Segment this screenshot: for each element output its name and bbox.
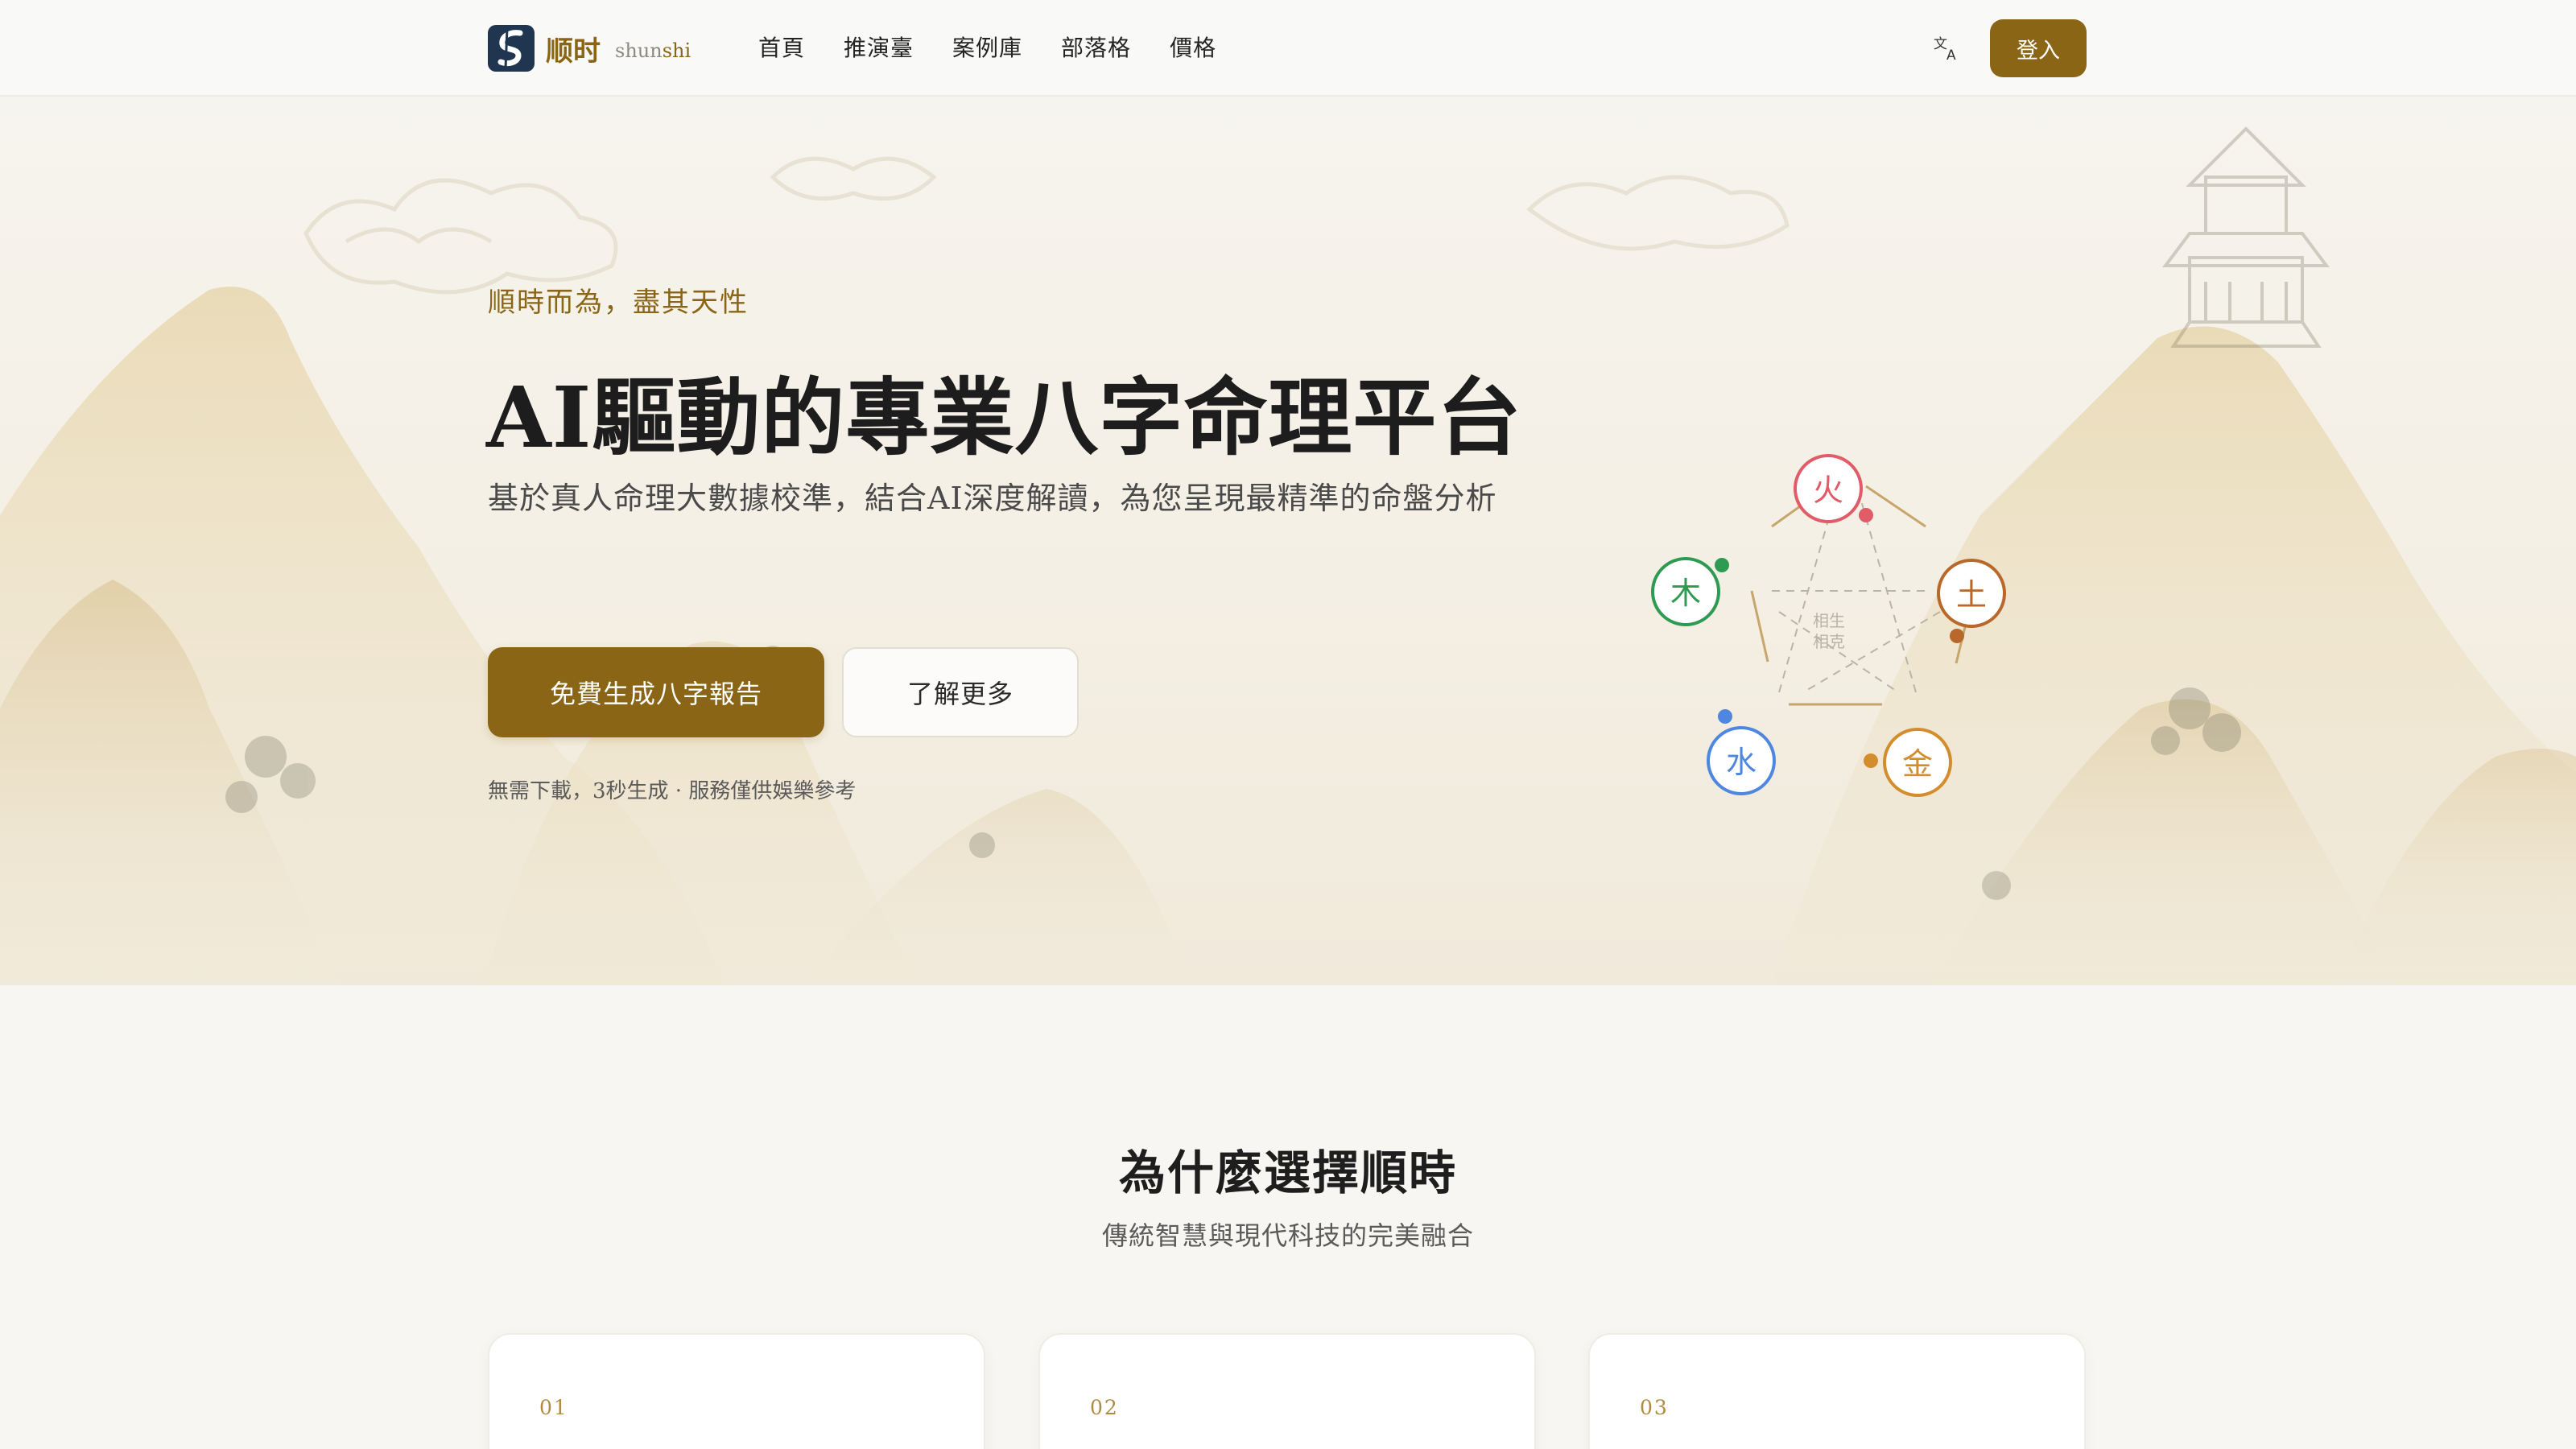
features-subtitle: 傳統智慧與現代科技的完美融合 xyxy=(1101,1220,1474,1251)
nav-pricing[interactable]: 價格 xyxy=(1170,31,1216,63)
gen-dot-metal xyxy=(1864,753,1878,768)
legend-overcome: 相克 xyxy=(1813,632,1845,651)
feature-card: 02 xyxy=(1038,1333,1536,1449)
learn-more-button[interactable]: 了解更多 xyxy=(842,647,1079,737)
feature-card-number: 03 xyxy=(1640,1396,1669,1419)
gen-line-water-wood xyxy=(1750,590,1769,663)
nav-home[interactable]: 首頁 xyxy=(758,31,805,63)
generate-report-button[interactable]: 免費生成八字報告 xyxy=(488,647,824,737)
gen-dot-fire xyxy=(1859,508,1873,522)
element-node-water[interactable]: 水 xyxy=(1707,726,1776,795)
hero-disclaimer: 無需下載，3秒生成 · 服務僅供娛樂參考 xyxy=(488,779,857,803)
element-node-fire[interactable]: 火 xyxy=(1794,454,1863,523)
brand-logo-link[interactable]: 顺时 shunshi xyxy=(488,24,691,72)
top-navbar: 顺时 shunshi 首頁 推演臺 案例庫 部落格 價格 文 A 登入 xyxy=(0,0,2576,97)
element-label-earth: 土 xyxy=(1956,577,1987,613)
feature-card-number: 02 xyxy=(1090,1396,1119,1419)
feature-card: 01 xyxy=(488,1333,985,1449)
page: 顺时 shunshi 首頁 推演臺 案例庫 部落格 價格 文 A 登入 順時而為… xyxy=(0,0,2576,1449)
feature-card: 03 xyxy=(1588,1333,2086,1449)
gen-dot-earth xyxy=(1950,629,1964,643)
svg-text:A: A xyxy=(1946,47,1956,64)
five-elements-diagram: 相生 相克 火 土 金 水 木 xyxy=(1651,454,2006,797)
gen-dot-water xyxy=(1718,709,1732,724)
legend-generate: 相生 xyxy=(1813,611,1845,630)
brand-romanized: shunshi xyxy=(615,39,691,62)
logo-icon xyxy=(488,25,535,72)
features-title: 為什麼選擇順時 xyxy=(1118,1146,1457,1200)
nav-workbench[interactable]: 推演臺 xyxy=(844,31,914,63)
hero-section: 順時而為，盡其天性 AI驅動的專業八字命理平台 基於真人命理大數據校準，結合AI… xyxy=(0,97,2576,985)
element-node-wood[interactable]: 木 xyxy=(1651,557,1720,626)
nav-blog[interactable]: 部落格 xyxy=(1061,31,1131,63)
landscape-background xyxy=(0,126,2576,985)
hero-tagline: 順時而為，盡其天性 xyxy=(488,287,749,319)
svg-text:文: 文 xyxy=(1934,36,1947,52)
translate-icon[interactable]: 文 A xyxy=(1932,32,1964,64)
element-label-wood: 木 xyxy=(1670,576,1701,611)
main-nav: 首頁 推演臺 案例庫 部落格 價格 xyxy=(758,31,1216,63)
element-label-fire: 火 xyxy=(1813,473,1843,508)
element-label-metal: 金 xyxy=(1902,746,1933,782)
element-node-metal[interactable]: 金 xyxy=(1883,728,1952,797)
gen-line-fire-earth xyxy=(1865,485,1926,528)
hero-description: 基於真人命理大數據校準，結合AI深度解讀，為您呈現最精準的命盤分析 xyxy=(488,481,1497,516)
element-label-water: 水 xyxy=(1726,745,1757,780)
nav-cases[interactable]: 案例庫 xyxy=(952,31,1022,63)
brand-name: 顺时 xyxy=(546,35,601,68)
gen-dot-wood xyxy=(1715,558,1729,572)
login-button[interactable]: 登入 xyxy=(1990,19,2087,77)
feature-card-number: 01 xyxy=(539,1396,568,1419)
hero-title: AI驅動的專業八字命理平台 xyxy=(486,368,1522,467)
element-node-earth[interactable]: 土 xyxy=(1937,559,2006,628)
